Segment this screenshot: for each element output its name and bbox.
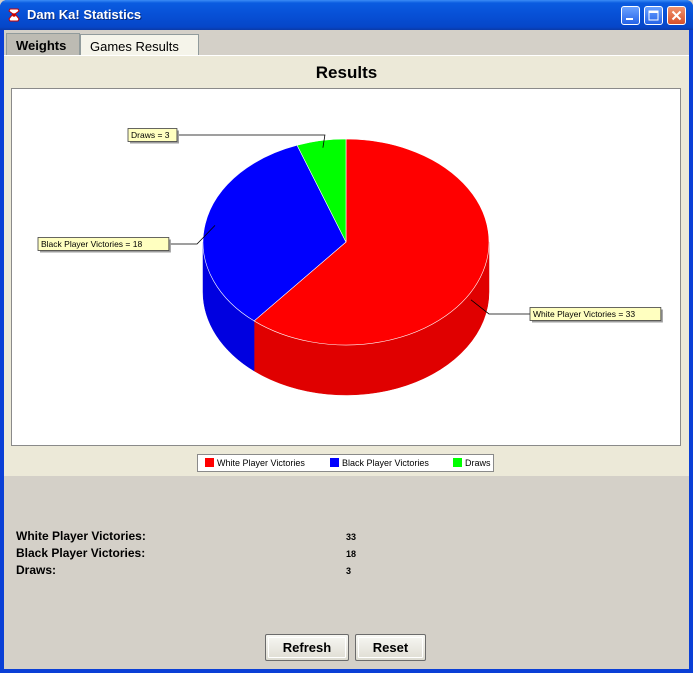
- chart-legend: White Player Victories Black Player Vict…: [197, 454, 494, 472]
- legend-label-black: Black Player Victories: [342, 458, 429, 468]
- legend-item-draws: Draws: [453, 458, 491, 468]
- legend-label-draws: Draws: [465, 458, 491, 468]
- stat-label-white: White Player Victories:: [16, 529, 146, 543]
- refresh-button[interactable]: Refresh: [265, 634, 349, 661]
- stat-label-draws: Draws:: [16, 563, 57, 577]
- slice-label-white: White Player Victories = 33: [533, 309, 635, 319]
- title-bar[interactable]: Dam Ka! Statistics: [0, 0, 693, 30]
- chart-title: Results: [315, 63, 378, 82]
- slice-label-black: Black Player Victories = 18: [41, 239, 142, 249]
- legend-swatch-black: [330, 458, 339, 467]
- pie-chart: White Player Victories = 33 Black Player …: [37, 128, 663, 396]
- reset-button-label: Reset: [372, 640, 409, 655]
- legend-item-black: Black Player Victories: [330, 458, 429, 468]
- refresh-button-label: Refresh: [282, 640, 332, 655]
- legend-item-white: White Player Victories: [205, 458, 305, 468]
- close-icon: [671, 10, 682, 21]
- legend-label-white: White Player Victories: [217, 458, 305, 468]
- stat-value-black: 18: [346, 549, 357, 559]
- minimize-button[interactable]: [621, 6, 640, 25]
- stats-panel: White Player Victories: 33 Black Player …: [4, 476, 689, 669]
- minimize-icon: [626, 18, 633, 20]
- maximize-icon: [648, 10, 659, 21]
- window-content: Weights Games Results Results White Play…: [4, 30, 689, 669]
- legend-swatch-white: [205, 458, 214, 467]
- chart-panel: Results White Player Victories = 33 Black…: [4, 56, 689, 476]
- statistics-window: Dam Ka! Statistics Weights Games Results…: [0, 0, 693, 673]
- tab-weights[interactable]: Weights: [6, 33, 80, 55]
- tab-strip: Weights Games Results: [4, 30, 689, 56]
- slice-label-draws: Draws = 3: [131, 130, 170, 140]
- app-logo-icon: [8, 8, 20, 22]
- plot-area: White Player Victories = 33 Black Player …: [11, 88, 681, 446]
- stat-value-draws: 3: [346, 566, 352, 576]
- window-title: Dam Ka! Statistics: [27, 7, 142, 22]
- tab-games-results[interactable]: Games Results: [80, 34, 199, 55]
- close-button[interactable]: [667, 6, 686, 25]
- stat-label-black: Black Player Victories:: [16, 546, 146, 560]
- legend-swatch-draws: [453, 458, 462, 467]
- reset-button[interactable]: Reset: [355, 634, 426, 661]
- maximize-button[interactable]: [644, 6, 663, 25]
- stat-value-white: 33: [346, 532, 357, 542]
